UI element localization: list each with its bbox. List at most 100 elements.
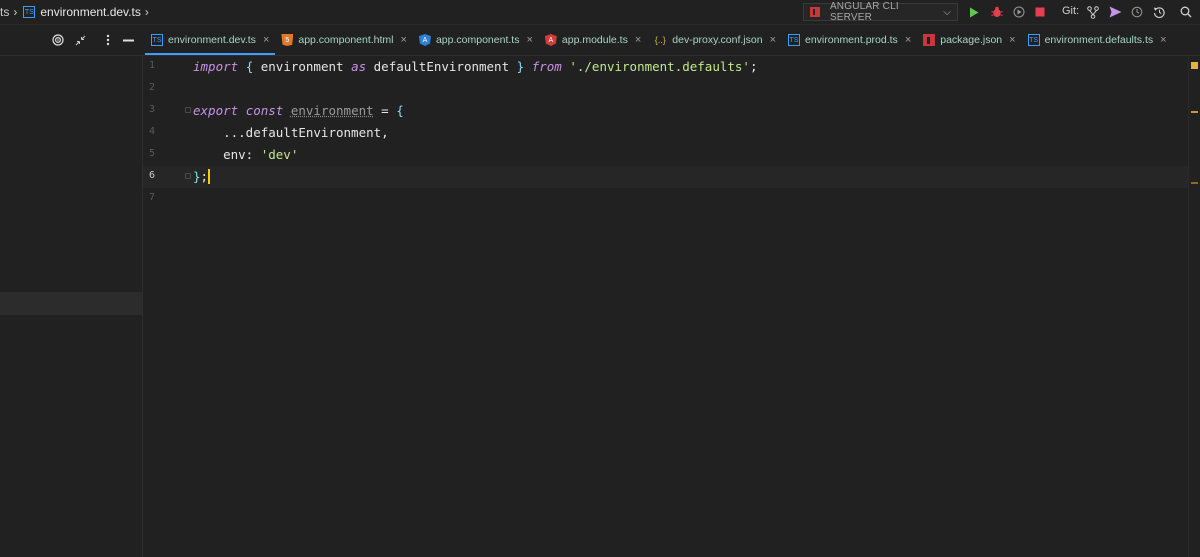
- warning-marker[interactable]: [1191, 182, 1198, 184]
- stop-icon: [1035, 7, 1045, 17]
- ts-file-icon: TS: [151, 34, 163, 46]
- code-line[interactable]: 2: [143, 78, 1188, 100]
- tab-app-module-ts[interactable]: Aapp.module.ts ×: [539, 25, 647, 55]
- close-icon[interactable]: ×: [526, 34, 532, 46]
- tab-app-component-html[interactable]: 5 app.component.html ×: [275, 25, 413, 55]
- breadcrumb: ts › TS environment.dev.ts ›: [0, 4, 155, 20]
- line-number: 3: [148, 104, 155, 115]
- play-icon: [970, 7, 979, 17]
- code-token: const: [245, 103, 284, 118]
- git-history-button[interactable]: [1129, 4, 1145, 20]
- close-icon[interactable]: ×: [263, 34, 269, 46]
- code-editor[interactable]: 1 import { environment as defaultEnvironm…: [143, 56, 1188, 557]
- run-configuration-label: ANGULAR CLI SERVER: [829, 1, 899, 23]
- code-token: environment: [290, 103, 374, 118]
- ngred-file-icon: A: [544, 34, 557, 46]
- line-number: 4: [148, 126, 155, 137]
- editor-tab-bar: TS environment.dev.ts × 5 app.component.html…: [0, 25, 1200, 56]
- run-with-coverage-button[interactable]: [1011, 4, 1027, 20]
- tab-dev-proxy-conf-json[interactable]: {..} dev-proxy.conf.json ×: [647, 25, 782, 55]
- fold-marker-icon[interactable]: [185, 173, 191, 179]
- history-icon: [1131, 6, 1143, 18]
- tab-label: package.json: [940, 34, 1003, 46]
- stop-button[interactable]: [1032, 4, 1048, 20]
- tab-label: environment.defaults.ts: [1044, 34, 1154, 46]
- tab-label: environment.prod.ts: [805, 34, 898, 46]
- warning-marker[interactable]: [1191, 111, 1198, 113]
- close-icon[interactable]: ×: [1160, 34, 1166, 46]
- tab-label: environment.dev.ts: [168, 34, 256, 46]
- inspection-status-marker[interactable]: [1191, 62, 1198, 69]
- bug-icon: [991, 6, 1003, 17]
- code-text: import { environment as defaultEnvironme…: [193, 59, 758, 74]
- ts-file-icon: TS: [788, 34, 800, 46]
- code-token: ;: [200, 169, 209, 184]
- line-number: 6: [148, 170, 155, 181]
- code-token: =: [373, 103, 397, 118]
- debug-button[interactable]: [989, 4, 1005, 20]
- project-panel: [0, 56, 143, 557]
- line-number: 2: [148, 82, 155, 93]
- error-stripe[interactable]: [1188, 56, 1200, 557]
- tab-app-component-ts[interactable]: Aapp.component.ts ×: [413, 25, 539, 55]
- code-token: export: [193, 103, 239, 118]
- hide-panel-button[interactable]: [120, 32, 136, 48]
- code-text: };: [193, 169, 211, 184]
- ts-file-icon: TS: [1027, 34, 1040, 46]
- run-button[interactable]: [966, 4, 982, 20]
- code-text: env: 'dev': [193, 147, 298, 162]
- close-icon[interactable]: ×: [1009, 34, 1015, 46]
- code-token: defaultEnvironment: [366, 59, 517, 74]
- tab-label: app.module.ts: [561, 34, 628, 46]
- code-token: as: [351, 59, 367, 74]
- navigation-bar: ts › TS environment.dev.ts › ANGULAR CLI…: [0, 0, 1200, 25]
- more-options-button[interactable]: [100, 32, 116, 48]
- line-number: 5: [148, 148, 155, 159]
- tab-environment-defaults-ts[interactable]: TS environment.defaults.ts ×: [1022, 25, 1173, 55]
- code-token: environment: [253, 59, 352, 74]
- close-icon[interactable]: ×: [905, 34, 911, 46]
- code-line[interactable]: 3 export const environment = {: [143, 100, 1188, 122]
- search-icon: [1180, 6, 1192, 18]
- breadcrumb-parent[interactable]: ts: [0, 5, 9, 19]
- locate-file-button[interactable]: [50, 32, 66, 48]
- git-branch-icon: [1087, 5, 1099, 19]
- coverage-icon: [1013, 6, 1025, 18]
- rollback-icon: [1153, 7, 1165, 18]
- html-file-icon: 5: [281, 34, 294, 46]
- npm-icon: [810, 7, 820, 17]
- code-line[interactable]: 1 import { environment as defaultEnvironm…: [143, 56, 1188, 78]
- chevron-down-icon: ⌵: [943, 6, 951, 18]
- code-line[interactable]: 4 ...defaultEnvironment,: [143, 122, 1188, 144]
- tab-package-json[interactable]: package.json ×: [917, 25, 1021, 55]
- close-icon[interactable]: ×: [770, 34, 776, 46]
- close-icon[interactable]: ×: [401, 34, 407, 46]
- code-token: {: [396, 103, 404, 118]
- git-rollback-button[interactable]: [1151, 4, 1167, 20]
- tab-environment-dev-ts[interactable]: TS environment.dev.ts ×: [145, 25, 276, 55]
- close-icon[interactable]: ×: [635, 34, 641, 46]
- code-token: 'dev': [260, 147, 299, 162]
- minimize-icon: [122, 39, 134, 41]
- tab-label: app.component.ts: [435, 34, 520, 46]
- git-push-button[interactable]: [1107, 4, 1123, 20]
- tab-environment-prod-ts[interactable]: TS environment.prod.ts ×: [782, 25, 917, 55]
- editor-tabs: TS environment.dev.ts × 5 app.component.html…: [145, 25, 1173, 55]
- code-line[interactable]: 6};: [143, 166, 1188, 188]
- fold-marker-icon[interactable]: [185, 107, 191, 113]
- code-line[interactable]: 5 env: 'dev': [143, 144, 1188, 166]
- text-caret: [208, 169, 211, 184]
- send-icon: [1109, 6, 1121, 18]
- code-token: './environment.defaults': [569, 59, 750, 74]
- search-everywhere-button[interactable]: [1178, 4, 1194, 20]
- git-update-button[interactable]: [1085, 4, 1101, 20]
- code-line[interactable]: 7: [143, 188, 1188, 210]
- tab-label: app.component.html: [298, 34, 394, 46]
- run-configuration-select[interactable]: ANGULAR CLI SERVER ⌵: [803, 1, 958, 23]
- breadcrumb-file[interactable]: environment.dev.ts: [40, 5, 141, 19]
- more-vertical-icon: [106, 34, 110, 46]
- collapse-all-button[interactable]: [72, 32, 88, 48]
- selected-tree-row[interactable]: [0, 292, 142, 315]
